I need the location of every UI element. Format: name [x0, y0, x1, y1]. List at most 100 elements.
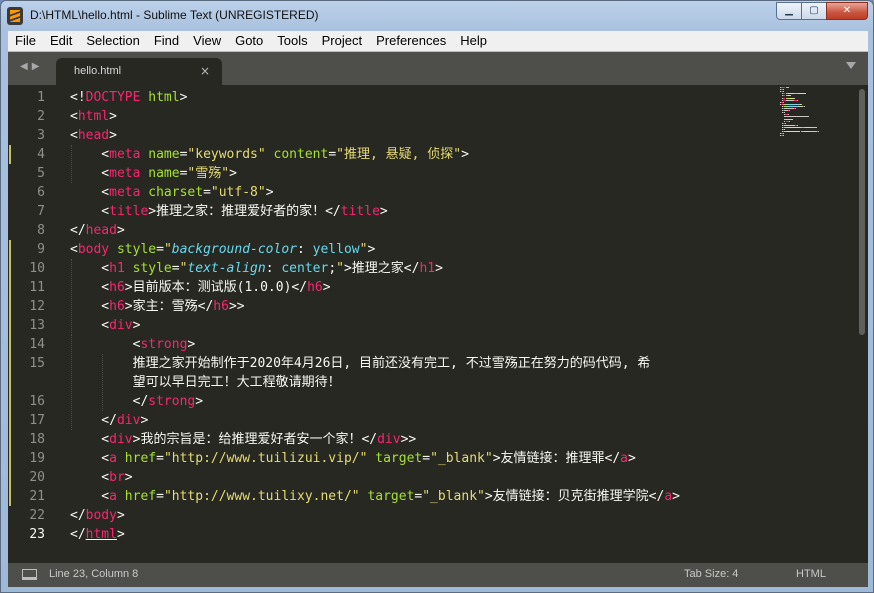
code-token: </ [70, 394, 149, 409]
code-token: h6 [213, 299, 229, 314]
minimap-stroke [782, 91, 784, 93]
line-number-gutter: 1 2 3 4 5 6 7 8 9 10 11 12 13 14 15 16 17 18 19 20 21 22 23 [8, 85, 54, 563]
code-token: > [435, 261, 443, 276]
code-token: text-align [187, 261, 266, 276]
code-token: href [124, 451, 157, 466]
code-token: </ [70, 413, 117, 428]
menu-project[interactable]: Project [315, 31, 369, 51]
line-number: 11 [29, 280, 45, 295]
code-token: >家主：雪殇</ [124, 299, 214, 314]
code-token: < [70, 185, 110, 200]
code-token: name [148, 147, 180, 162]
code-token: " [336, 261, 344, 276]
code-token: "雪殇" [187, 166, 230, 181]
code-line: <h6>家主：雪殇</h6>> [70, 297, 244, 316]
code-line: <h1 style="text-align: center;">推理之家</h1… [70, 259, 443, 278]
code-token: strong [148, 394, 196, 409]
line-number: 8 [37, 223, 45, 238]
title-bar[interactable]: D:\HTML\hello.html - Sublime Text (UNREG… [1, 1, 873, 31]
code-token: >友情链接：贝克街推理学院</ [484, 489, 665, 504]
minimap-stroke [788, 114, 789, 116]
code-line: <div>我的宗旨是：给推理爱好者安一个家！</div>> [70, 430, 416, 449]
line-number: 14 [29, 337, 45, 352]
code-token: < [70, 128, 78, 143]
minimap-stroke [783, 133, 784, 135]
tab-hello-html[interactable]: hello.html × [56, 58, 222, 86]
app-window: D:\HTML\hello.html - Sublime Text (UNREG… [0, 0, 874, 593]
minimap-stroke [784, 116, 810, 118]
code-token: > [367, 242, 376, 257]
minimap-stroke [794, 108, 796, 109]
code-token: 望可以早日完工！大工程敬请期待！ [70, 375, 341, 390]
menu-goto[interactable]: Goto [228, 31, 270, 51]
minimap-stroke [788, 120, 790, 122]
line-number: 4 [37, 147, 45, 162]
menu-file[interactable]: File [8, 31, 43, 51]
code-line: </strong> [70, 392, 203, 411]
minimap-stroke [783, 129, 785, 130]
code-token: meta [109, 185, 141, 200]
code-token: : [297, 242, 313, 257]
code-line: <h6>目前版本：测试版(1.0.0)</h6> [70, 278, 330, 297]
code-token: background-color [171, 242, 297, 257]
line-number: 16 [29, 394, 45, 409]
indent-guide [71, 259, 72, 335]
code-token: > [116, 508, 125, 523]
menu-find[interactable]: Find [147, 31, 186, 51]
code-line: <body style="background-color: yellow"> [70, 240, 375, 259]
menu-help[interactable]: Help [453, 31, 494, 51]
code-editor[interactable]: 1 2 3 4 5 6 7 8 9 10 11 12 13 14 15 16 17 18 19 20 21 22 23 <!… [8, 85, 868, 563]
code-line: <!DOCTYPE html> [70, 88, 187, 107]
tab-label: hello.html [74, 65, 122, 77]
window-title: D:\HTML\hello.html - Sublime Text (UNREG… [30, 8, 319, 22]
menu-preferences[interactable]: Preferences [369, 31, 453, 51]
tab-list-dropdown-icon[interactable] [846, 62, 856, 69]
code-token: "http://www.tuilizui.vip/" [163, 451, 368, 466]
code-token: </ [70, 223, 86, 238]
syntax-setting[interactable]: HTML [796, 568, 826, 580]
line-number: 18 [29, 432, 45, 447]
code-token: > [229, 166, 237, 181]
code-token: > [265, 185, 274, 200]
tab-size-setting[interactable]: Tab Size: 4 [684, 568, 738, 580]
minimap-stroke [783, 135, 784, 137]
code-token: meta [109, 147, 141, 162]
code-token: < [70, 318, 110, 333]
minimize-button[interactable]: ▁ [776, 2, 802, 20]
code-line: </body> [70, 506, 125, 525]
maximize-button[interactable]: ▢ [801, 2, 827, 20]
panel-toggle-icon[interactable] [22, 569, 37, 580]
code-line: </html> [70, 525, 125, 544]
code-token: < [70, 261, 110, 276]
code-token: "_blank" [422, 489, 485, 504]
minimap-stroke [781, 87, 785, 88]
menu-tools[interactable]: Tools [270, 31, 314, 51]
code-token: strong [140, 337, 188, 352]
code-token: head [85, 223, 117, 238]
tab-nav-arrows-icon[interactable]: ◀▶ [20, 61, 43, 72]
tab-close-icon[interactable]: × [200, 64, 210, 78]
indent-guide [102, 354, 104, 411]
minimap-stroke [785, 99, 795, 101]
menu-edit[interactable]: Edit [43, 31, 79, 51]
code-token: = [203, 185, 211, 200]
vertical-scrollbar[interactable] [859, 89, 865, 557]
modified-line-marker [9, 145, 11, 164]
code-token: target [367, 489, 415, 504]
minimap-stroke [788, 93, 794, 95]
code-token: > [132, 318, 141, 333]
minimap-stroke [816, 126, 817, 128]
minimap[interactable] [780, 85, 854, 145]
code-token: > [672, 489, 680, 504]
code-token: = [171, 261, 180, 276]
menu-selection[interactable]: Selection [79, 31, 146, 51]
code-token: yellow [312, 242, 360, 257]
code-token: </ [70, 508, 86, 523]
menu-view[interactable]: View [186, 31, 228, 51]
minimap-stroke [787, 103, 796, 105]
scrollbar-thumb[interactable] [859, 89, 865, 335]
close-window-button[interactable]: ✕ [826, 2, 868, 20]
line-number: 5 [37, 166, 45, 181]
